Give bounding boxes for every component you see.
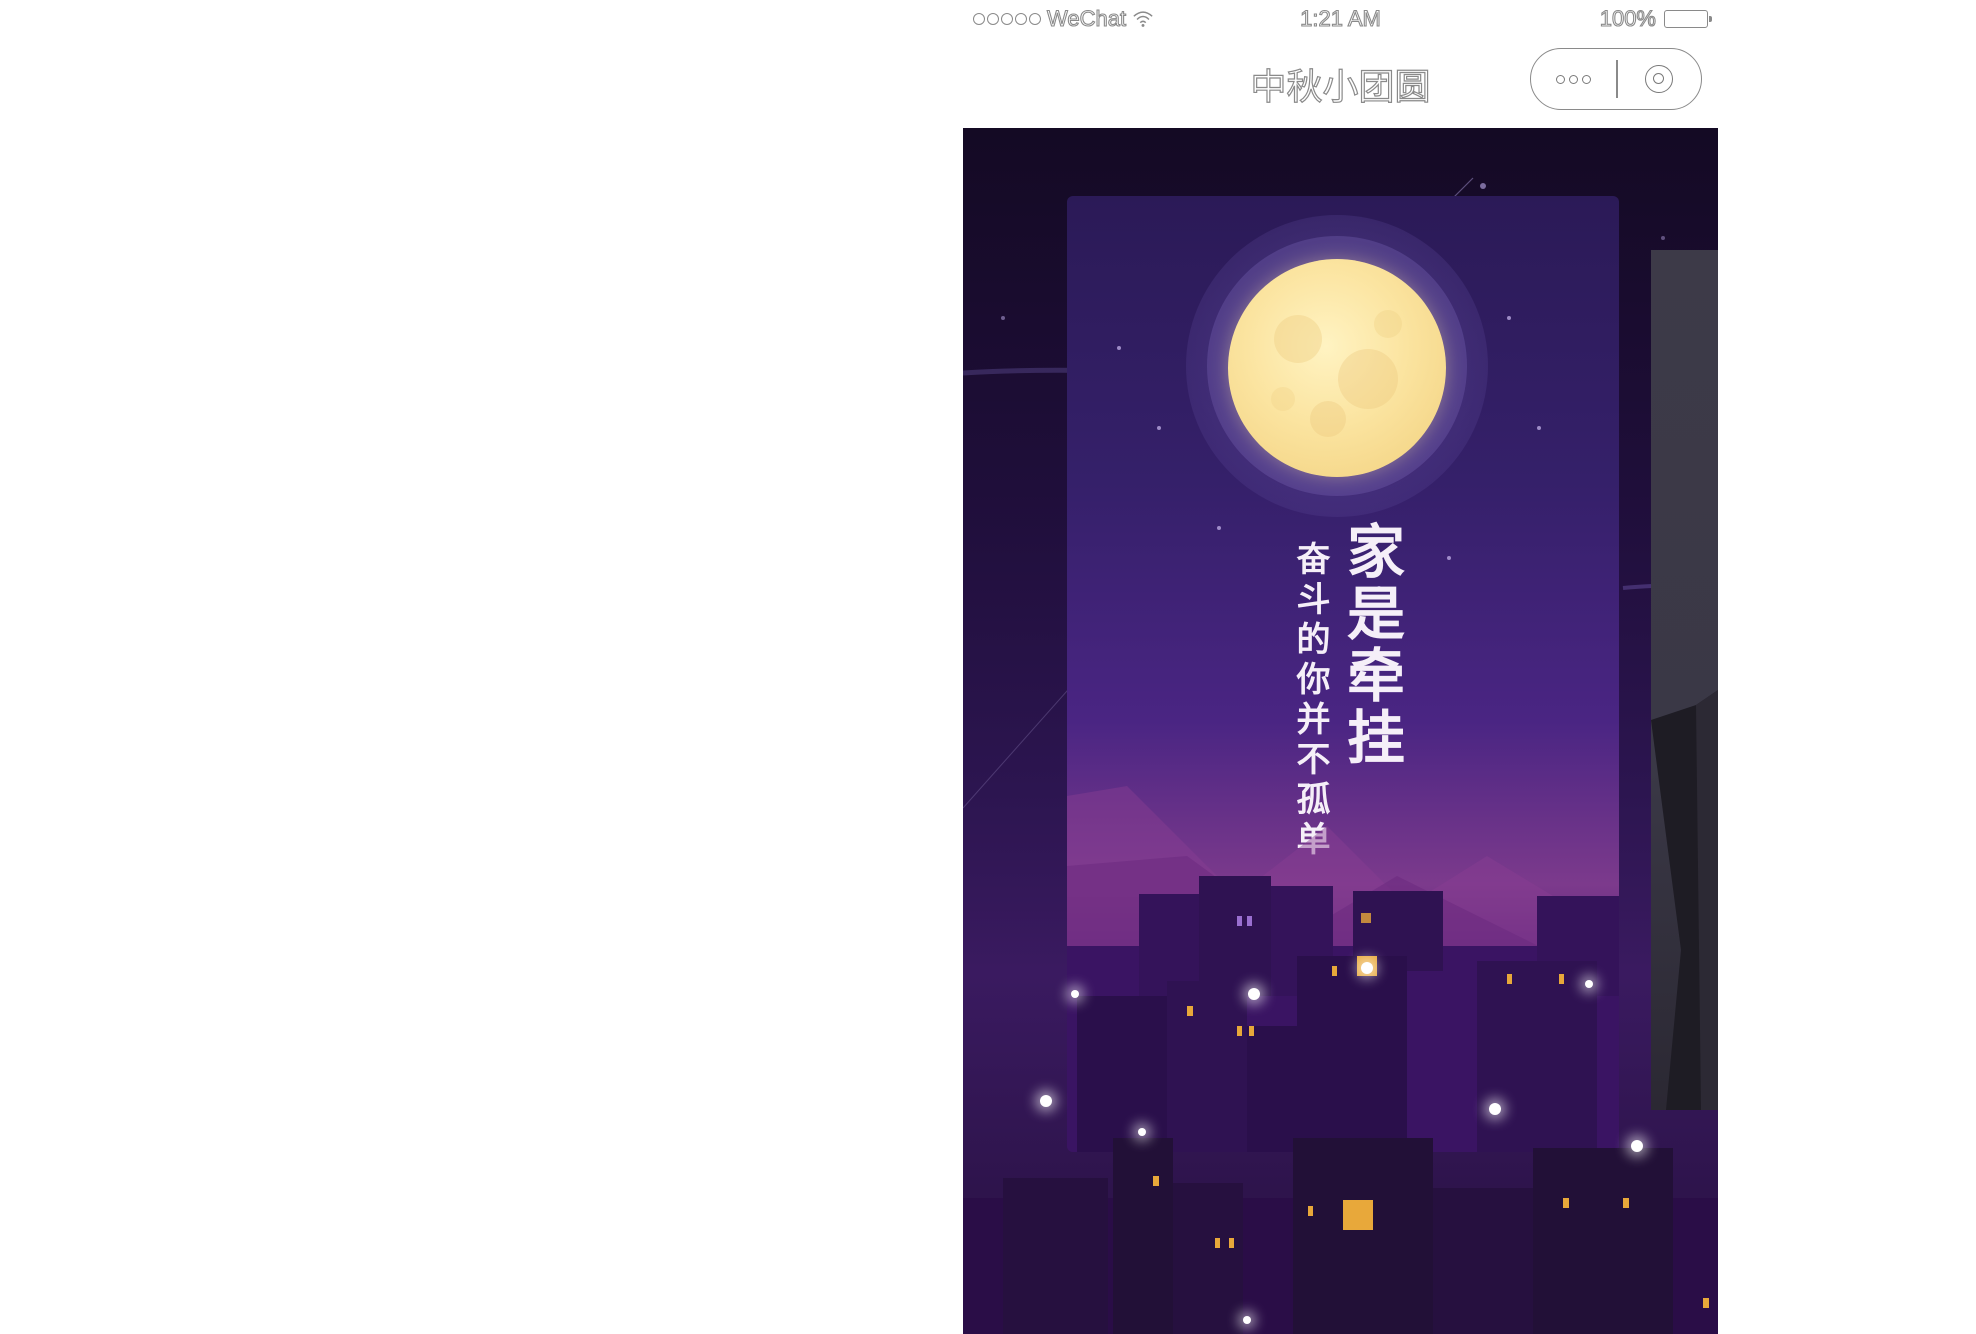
poster-headline: 家是牵挂 [1337, 521, 1405, 769]
battery-percent: 100% [1599, 5, 1656, 31]
firefly-light [1243, 1316, 1251, 1324]
full-moon-image [1228, 259, 1446, 477]
mini-program-capsule [1530, 48, 1702, 110]
status-right: 100% [1599, 5, 1712, 32]
star [1217, 526, 1221, 530]
star [1537, 426, 1541, 430]
status-bar: WeChat 1:21 AM 100% [963, 0, 1718, 40]
firefly-light [1585, 980, 1593, 988]
firefly-light [1631, 1140, 1643, 1152]
star [1447, 556, 1451, 560]
firefly-light [1361, 962, 1373, 974]
phone-frame: WeChat 1:21 AM 100% 中秋小团圆 家是牵挂 奋斗的你并不孤单 [963, 0, 1718, 1334]
firefly-light [1138, 1128, 1146, 1136]
hanging-cloth-decor [1651, 690, 1718, 1110]
star [1117, 346, 1121, 350]
poster-card: 家是牵挂 奋斗的你并不孤单 [1067, 196, 1619, 1152]
poster-scene: 家是牵挂 奋斗的你并不孤单 [963, 128, 1718, 1334]
firefly-light [1040, 1095, 1052, 1107]
star [1157, 426, 1161, 430]
moon-crater-texture [1271, 310, 1402, 437]
city-skyline [1067, 876, 1619, 1152]
firefly-light [1248, 988, 1260, 1000]
mini-program-close-icon[interactable] [1618, 49, 1701, 109]
star [1507, 316, 1511, 320]
lit-window [1343, 1200, 1373, 1230]
more-dots-icon[interactable] [1531, 49, 1616, 109]
firefly-light [1489, 1103, 1501, 1115]
navigation-bar: 中秋小团圆 [963, 40, 1718, 128]
right-side-panel [1651, 250, 1718, 1110]
firefly-light [1071, 990, 1079, 998]
battery-icon [1664, 10, 1712, 28]
foreground-city [963, 1138, 1718, 1334]
